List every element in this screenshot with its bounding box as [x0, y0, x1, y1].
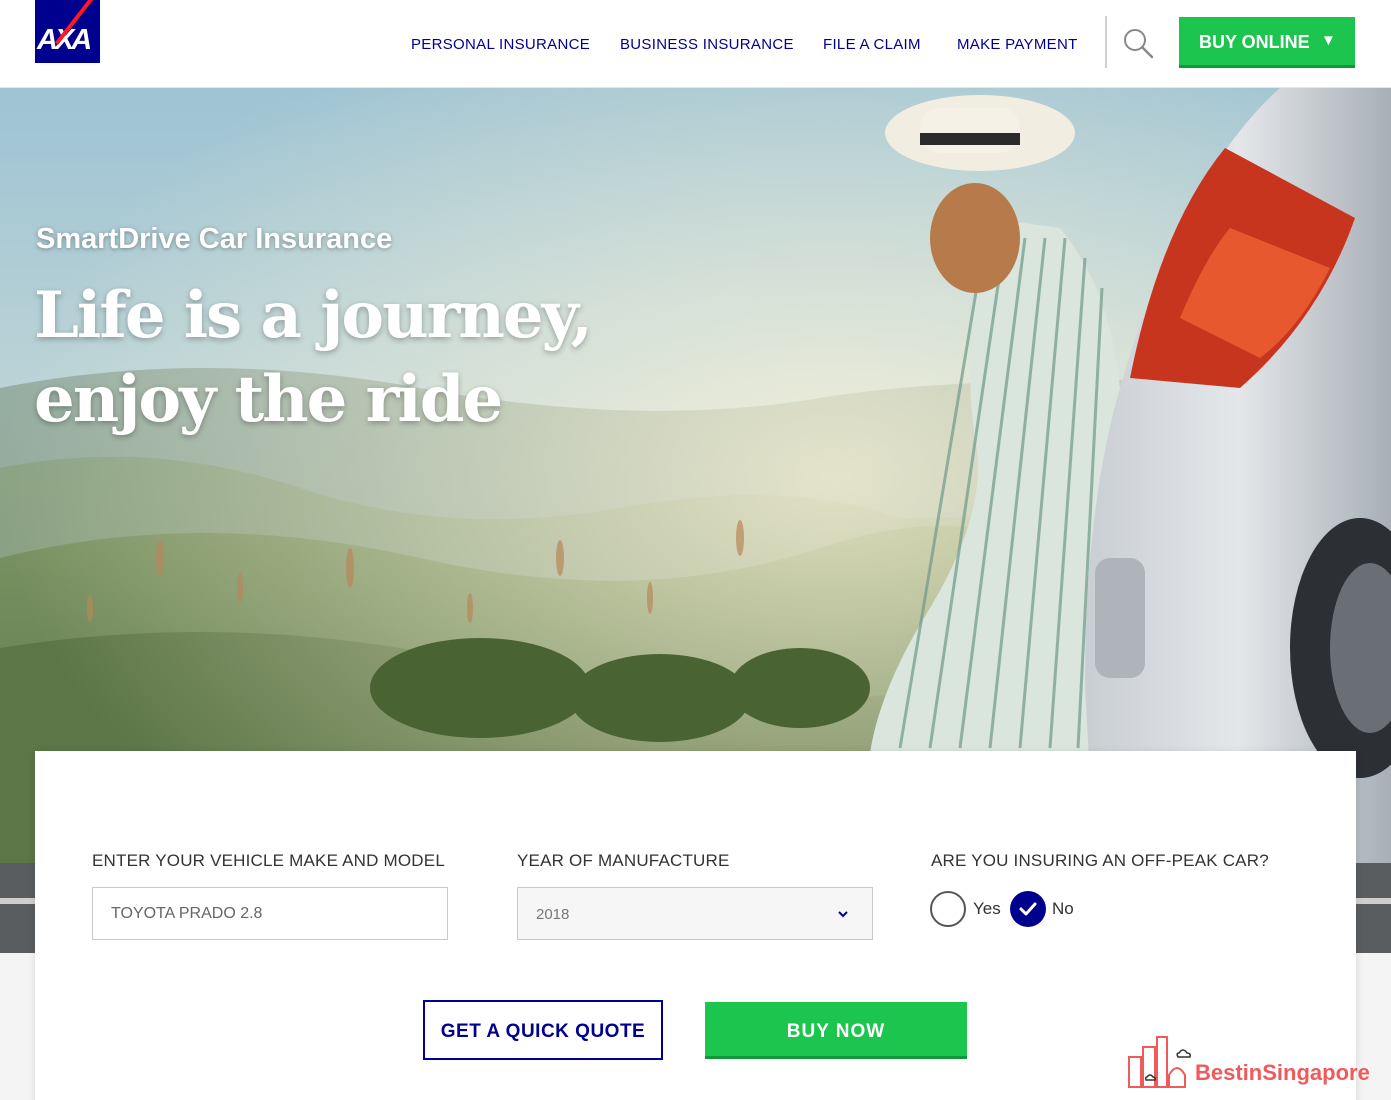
logo-text: AXA	[37, 24, 92, 56]
chevron-down-icon: ▼	[1321, 32, 1336, 49]
buy-online-label: BUY ONLINE	[1199, 32, 1310, 52]
watermark: BestinSingapore	[1125, 1035, 1375, 1090]
hero-title-line2: enjoy the ride	[34, 362, 503, 437]
vehicle-field-label: ENTER YOUR VEHICLE MAKE AND MODEL	[92, 851, 445, 870]
vehicle-make-model-input[interactable]	[92, 887, 448, 940]
hero-title-line1: Life is a journey,	[34, 278, 593, 353]
nav-personal-insurance[interactable]: PERSONAL INSURANCE	[411, 36, 590, 56]
get-quick-quote-label: GET A QUICK QUOTE	[440, 1021, 646, 1042]
offpeak-field-label: ARE YOU INSURING AN OFF-PEAK CAR?	[931, 851, 1269, 870]
get-quick-quote-button[interactable]: GET A QUICK QUOTE	[423, 1000, 663, 1060]
buy-now-button[interactable]: BUY NOW	[705, 1002, 967, 1059]
offpeak-yes-radio[interactable]	[930, 891, 966, 927]
axa-logo[interactable]: AXA	[35, 0, 100, 63]
hero-title: Life is a journey, enjoy the ride	[34, 274, 734, 442]
city-skyline-icon	[1128, 1036, 1191, 1088]
buy-now-label: BUY NOW	[786, 1021, 886, 1042]
search-icon[interactable]	[1122, 27, 1154, 59]
site-header: AXA PERSONAL INSURANCE BUSINESS INSURANC…	[0, 0, 1391, 88]
year-select[interactable]: 2018	[517, 887, 873, 940]
offpeak-no-label[interactable]: No	[1052, 899, 1074, 919]
year-field-label: YEAR OF MANUFACTURE	[517, 851, 730, 870]
nav-business-insurance[interactable]: BUSINESS INSURANCE	[620, 36, 794, 56]
chevron-down-icon	[838, 911, 848, 918]
nav-divider	[1105, 16, 1107, 68]
check-icon	[1019, 902, 1037, 916]
page: AXA PERSONAL INSURANCE BUSINESS INSURANC…	[0, 0, 1391, 1100]
watermark-text: BestinSingapore	[1195, 1060, 1370, 1085]
buy-online-button[interactable]: BUY ONLINE ▼	[1179, 17, 1355, 68]
offpeak-yes-label[interactable]: Yes	[973, 899, 1001, 919]
hero-kicker: SmartDrive Car Insurance	[36, 223, 393, 255]
nav-make-payment[interactable]: MAKE PAYMENT	[957, 36, 1078, 56]
nav-file-a-claim[interactable]: FILE A CLAIM	[823, 36, 921, 56]
year-select-value: 2018	[536, 906, 570, 923]
offpeak-no-radio[interactable]	[1010, 891, 1046, 927]
